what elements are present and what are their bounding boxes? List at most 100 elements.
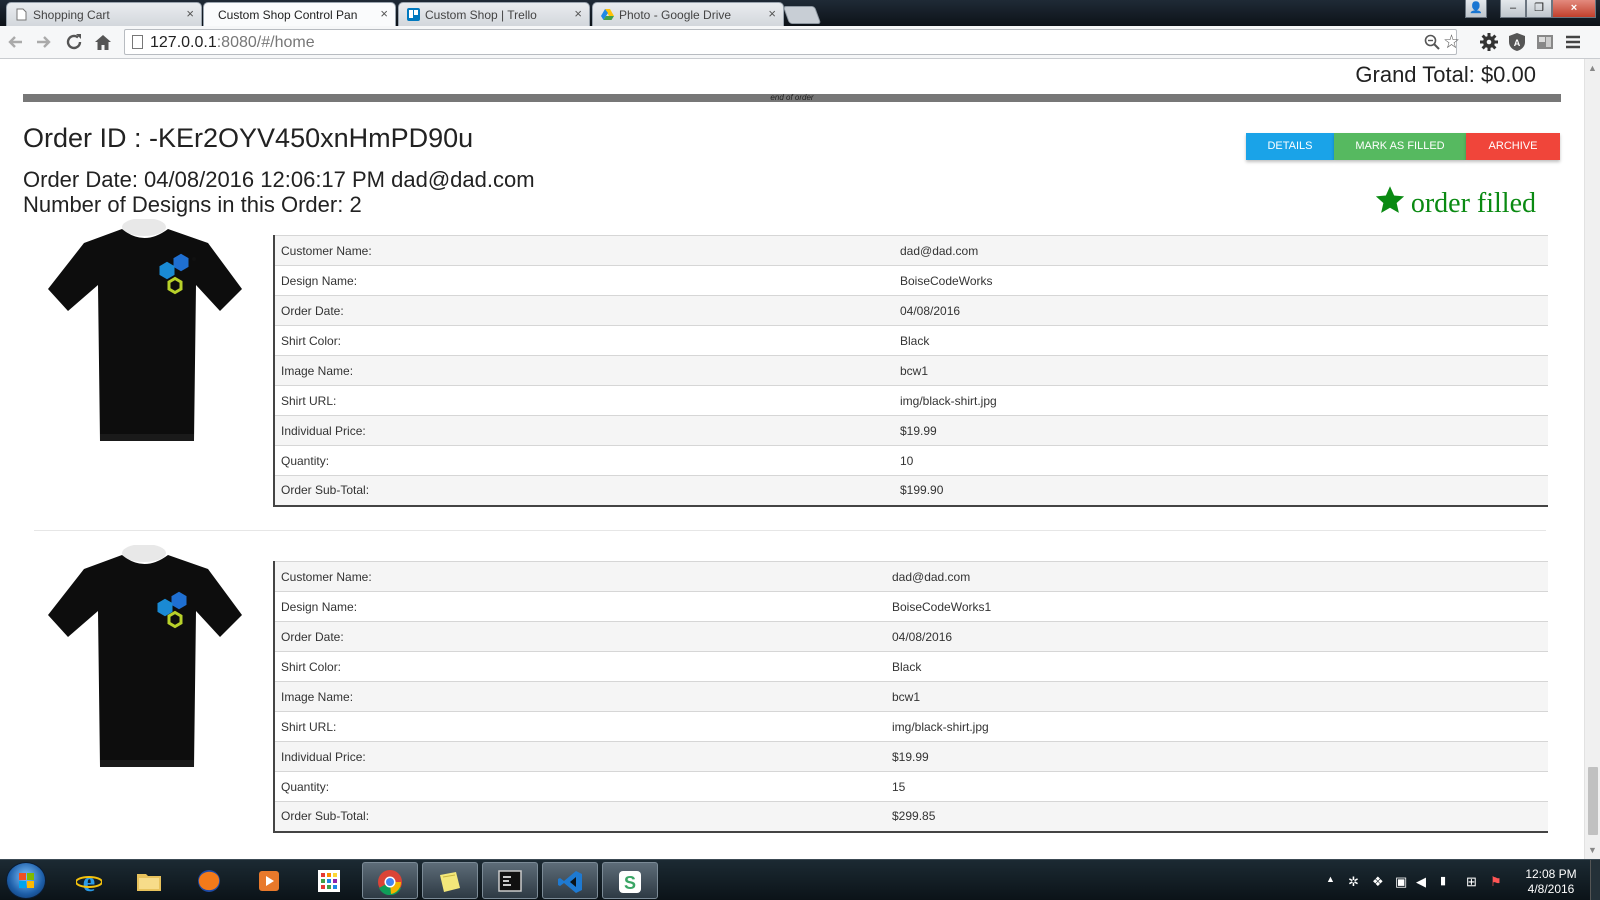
close-window-button[interactable]: ×: [1552, 0, 1596, 18]
row-label: Shirt Color:: [274, 325, 894, 356]
firefox-icon: [198, 870, 220, 892]
design-divider: [34, 530, 1546, 531]
slack-icon: S: [619, 871, 641, 893]
taskbar-app-grid[interactable]: [302, 862, 358, 899]
row-label: Order Sub-Total:: [274, 801, 886, 832]
close-icon[interactable]: ×: [768, 6, 776, 21]
show-desktop-button[interactable]: [1590, 860, 1600, 900]
browser-tabstrip: Shopping Cart × Custom Shop Control Pan …: [0, 0, 1600, 26]
reload-icon[interactable]: [63, 31, 85, 53]
row-value: BoiseCodeWorks1: [886, 591, 1548, 622]
row-label: Shirt URL:: [274, 385, 894, 416]
taskbar-internet-explorer[interactable]: e: [62, 862, 118, 899]
shirt-preview-image: [48, 219, 242, 441]
row-value: 10: [894, 445, 1548, 476]
windows-logo-icon: [19, 873, 34, 888]
tab-title: Custom Shop | Trello: [425, 8, 537, 22]
internet-explorer-icon: e: [76, 868, 102, 894]
volume-muted-icon[interactable]: ◀: [1416, 874, 1426, 890]
details-button[interactable]: DETAILS: [1246, 133, 1334, 160]
design-count: Number of Designs in this Order: 2: [23, 192, 362, 217]
star-icon: [1375, 186, 1404, 213]
order-date: Order Date: 04/08/2016 12:06:17 PM dad@d…: [23, 167, 535, 192]
back-arrow-icon[interactable]: [5, 31, 27, 53]
table-row: Shirt URL: img/black-shirt.jpg: [274, 711, 1548, 742]
scroll-down-arrow-icon[interactable]: ▼: [1588, 845, 1597, 855]
table-row: Shirt Color: Black: [274, 651, 1548, 682]
tab-trello[interactable]: Custom Shop | Trello ×: [398, 2, 590, 26]
tab-custom-shop-control-panel[interactable]: Custom Shop Control Pan ×: [203, 2, 396, 26]
taskbar-clock[interactable]: 12:08 PM 4/8/2016: [1516, 867, 1586, 897]
row-label: Quantity:: [274, 771, 886, 802]
close-icon[interactable]: ×: [186, 6, 194, 21]
close-icon[interactable]: ×: [380, 6, 388, 21]
close-icon[interactable]: ×: [574, 6, 582, 21]
scrollbar-thumb[interactable]: [1588, 767, 1598, 835]
row-label: Quantity:: [274, 445, 894, 476]
scroll-up-arrow-icon[interactable]: ▲: [1588, 63, 1597, 73]
maximize-button[interactable]: ❐: [1526, 0, 1552, 18]
address-bar[interactable]: 127.0.0.1:8080/#/home ☆: [124, 29, 1460, 56]
taskbar-chrome[interactable]: [362, 862, 418, 899]
row-label: Individual Price:: [274, 741, 886, 772]
row-value: Black: [894, 325, 1548, 356]
tab-google-drive[interactable]: Photo - Google Drive ×: [592, 2, 784, 26]
dropbox-icon[interactable]: ❖: [1372, 874, 1384, 890]
taskbar-file-explorer[interactable]: [122, 862, 178, 899]
windows-taskbar: e S ▲ ✲ ❖ ▣ ◀ ▮ ⊞ ⚑ 12:08 PM 4/8/2016: [0, 859, 1600, 900]
new-tab-button[interactable]: [782, 6, 822, 24]
gear-icon[interactable]: [1478, 31, 1500, 53]
taskbar-media-player[interactable]: [242, 862, 298, 899]
clipboard-icon[interactable]: ▣: [1395, 874, 1407, 890]
row-value: 04/08/2016: [886, 621, 1548, 652]
table-row: Quantity: 15: [274, 771, 1548, 802]
row-label: Design Name:: [274, 591, 886, 622]
archive-button[interactable]: ARCHIVE: [1466, 133, 1560, 160]
row-value: dad@dad.com: [894, 235, 1548, 266]
home-icon[interactable]: [92, 31, 114, 53]
row-value: bcw1: [894, 355, 1548, 386]
row-label: Shirt URL:: [274, 711, 886, 742]
bookmark-star-icon[interactable]: ☆: [1443, 31, 1460, 54]
forward-arrow-icon[interactable]: [32, 31, 54, 53]
taskbar-visual-studio[interactable]: [542, 862, 598, 899]
table-row: Customer Name: dad@dad.com: [274, 235, 1548, 266]
menu-icon[interactable]: [1562, 31, 1584, 53]
settings-tray-icon[interactable]: ✲: [1348, 874, 1359, 890]
svg-text:A: A: [1514, 38, 1521, 48]
taskbar-sticky-notes[interactable]: [422, 862, 478, 899]
row-value: BoiseCodeWorks: [894, 265, 1548, 296]
network-signal-icon[interactable]: ▮: [1440, 874, 1446, 887]
shirt-preview-image: [48, 545, 242, 767]
media-player-icon: [259, 871, 279, 891]
row-value: bcw1: [886, 681, 1548, 712]
svg-text:e: e: [83, 868, 95, 894]
row-value: Black: [886, 651, 1548, 682]
page-scrollbar[interactable]: ▲ ▼: [1584, 59, 1600, 859]
windows-flag-icon[interactable]: ⊞: [1466, 874, 1477, 890]
user-icon[interactable]: 👤: [1465, 0, 1487, 18]
start-button[interactable]: [6, 862, 46, 899]
tab-title: Shopping Cart: [33, 8, 110, 22]
row-label: Order Sub-Total:: [274, 475, 894, 506]
mark-as-filled-button[interactable]: MARK AS FILLED: [1334, 133, 1466, 160]
extension-shield-icon[interactable]: A: [1506, 31, 1528, 53]
google-drive-icon: [601, 9, 614, 20]
action-center-flag-icon[interactable]: ⚑: [1490, 874, 1502, 890]
taskbar-console[interactable]: [482, 862, 538, 899]
zoom-icon[interactable]: [1424, 33, 1440, 56]
row-label: Image Name:: [274, 355, 894, 386]
extension-icon[interactable]: [1534, 31, 1556, 53]
page-icon: [16, 8, 27, 21]
taskbar-slack[interactable]: S: [602, 862, 658, 899]
row-label: Customer Name:: [274, 235, 894, 266]
show-hidden-icons-icon[interactable]: ▲: [1326, 874, 1335, 884]
row-value: $19.99: [886, 741, 1548, 772]
tab-shopping-cart[interactable]: Shopping Cart ×: [6, 2, 202, 26]
minimize-button[interactable]: –: [1500, 0, 1526, 18]
design-details-table: Customer Name: dad@dad.com Design Name: Bo…: [273, 235, 1548, 507]
taskbar-firefox[interactable]: [182, 862, 238, 899]
tab-title: Photo - Google Drive: [619, 8, 732, 22]
row-value: dad@dad.com: [886, 561, 1548, 592]
console-icon: [498, 870, 522, 892]
